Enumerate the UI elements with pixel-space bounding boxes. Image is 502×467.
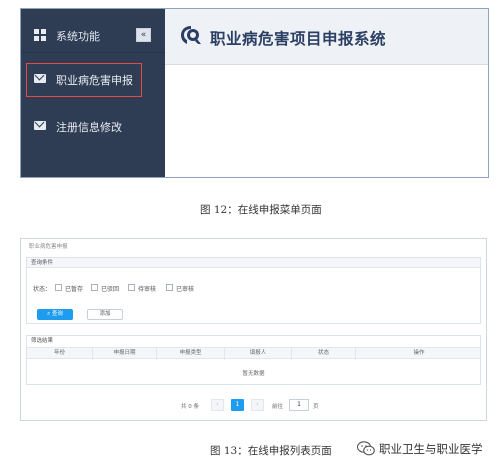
status-label: 状态： (33, 286, 52, 293)
watermark-text: 职业卫生与职业医学 (379, 442, 483, 456)
sidebar-header: 系统功能 « (21, 9, 165, 53)
current-page-button[interactable]: 1 (231, 399, 244, 411)
sidebar-item-edit-registration[interactable]: 注册信息修改 (21, 112, 165, 140)
sidebar: 系统功能 « 职业病危害申报 注册信息修改 (21, 9, 165, 177)
column-header[interactable]: 填报人 (225, 348, 292, 360)
grid-icon (34, 29, 47, 42)
goto-page-input[interactable]: 1 (289, 399, 309, 411)
checkbox-box[interactable] (128, 284, 135, 291)
sidebar-item-occupational-hazard-report[interactable]: 职业病危害申报 (21, 63, 165, 97)
checkbox-box[interactable] (91, 284, 98, 291)
checkbox-label: 已驳回 (101, 286, 120, 293)
checkbox-box[interactable] (166, 284, 173, 291)
column-header[interactable]: 申报日期 (93, 348, 157, 360)
column-header[interactable]: 申报类型 (157, 348, 225, 360)
query-panel: 查询条件 状态： 已暂存 已驳回 待审核 已审核 ⌕ 查询 添加 (26, 257, 481, 324)
figure-13-caption: 图 13：在线申报列表页面 (210, 445, 332, 457)
add-button[interactable]: 添加 (87, 309, 123, 320)
column-header[interactable]: 状态 (292, 348, 356, 360)
result-panel-title: 筛选结果 (27, 336, 480, 346)
checkbox-label: 待审核 (138, 286, 157, 293)
query-panel-title: 查询条件 (27, 258, 480, 268)
header-bar: 职业病危害项目申报系统 (165, 9, 488, 65)
sidebar-header-label: 系统功能 (56, 30, 100, 43)
list-screenshot: 职业病危害申报 查询条件 状态： 已暂存 已驳回 待审核 已审核 ⌕ 查询 添加… (20, 238, 487, 421)
checkbox-label: 已暂存 (65, 286, 84, 293)
query-button-label: 查询 (51, 311, 63, 317)
menu-screenshot: 系统功能 « 职业病危害申报 注册信息修改 职业病危害项目申报系统 (20, 8, 489, 178)
system-title: 职业病危害项目申报系统 (210, 30, 387, 48)
mail-icon (34, 121, 46, 130)
total-count: 共 0 条 (181, 404, 199, 410)
column-header[interactable]: 年份 (27, 348, 93, 360)
sidebar-item-label: 注册信息修改 (56, 121, 122, 134)
empty-state: 暂无数据 (242, 371, 265, 377)
table-header: 年份 申报日期 申报类型 填报人 状态 操作 (27, 347, 482, 360)
next-page-button[interactable]: › (251, 399, 264, 411)
checkbox-box[interactable] (55, 284, 62, 291)
wechat-icon (357, 441, 375, 456)
collapse-icon[interactable]: « (136, 28, 151, 42)
result-panel: 筛选结果 年份 申报日期 申报类型 填报人 状态 操作 暂无数据 (26, 335, 481, 385)
sidebar-item-label: 职业病危害申报 (56, 74, 133, 87)
page-unit-label: 页 (313, 404, 319, 410)
query-button[interactable]: ⌕ 查询 (37, 309, 73, 320)
goto-label: 前往 (272, 404, 284, 410)
logo-icon (181, 26, 201, 44)
prev-page-button[interactable]: ‹ (211, 399, 224, 411)
mail-icon (34, 74, 46, 83)
figure-12-caption: 图 12：在线申报菜单页面 (200, 204, 322, 216)
breadcrumb: 职业病危害申报 (29, 244, 68, 250)
checkbox-label: 已审核 (176, 286, 195, 293)
column-header[interactable]: 操作 (356, 348, 482, 360)
